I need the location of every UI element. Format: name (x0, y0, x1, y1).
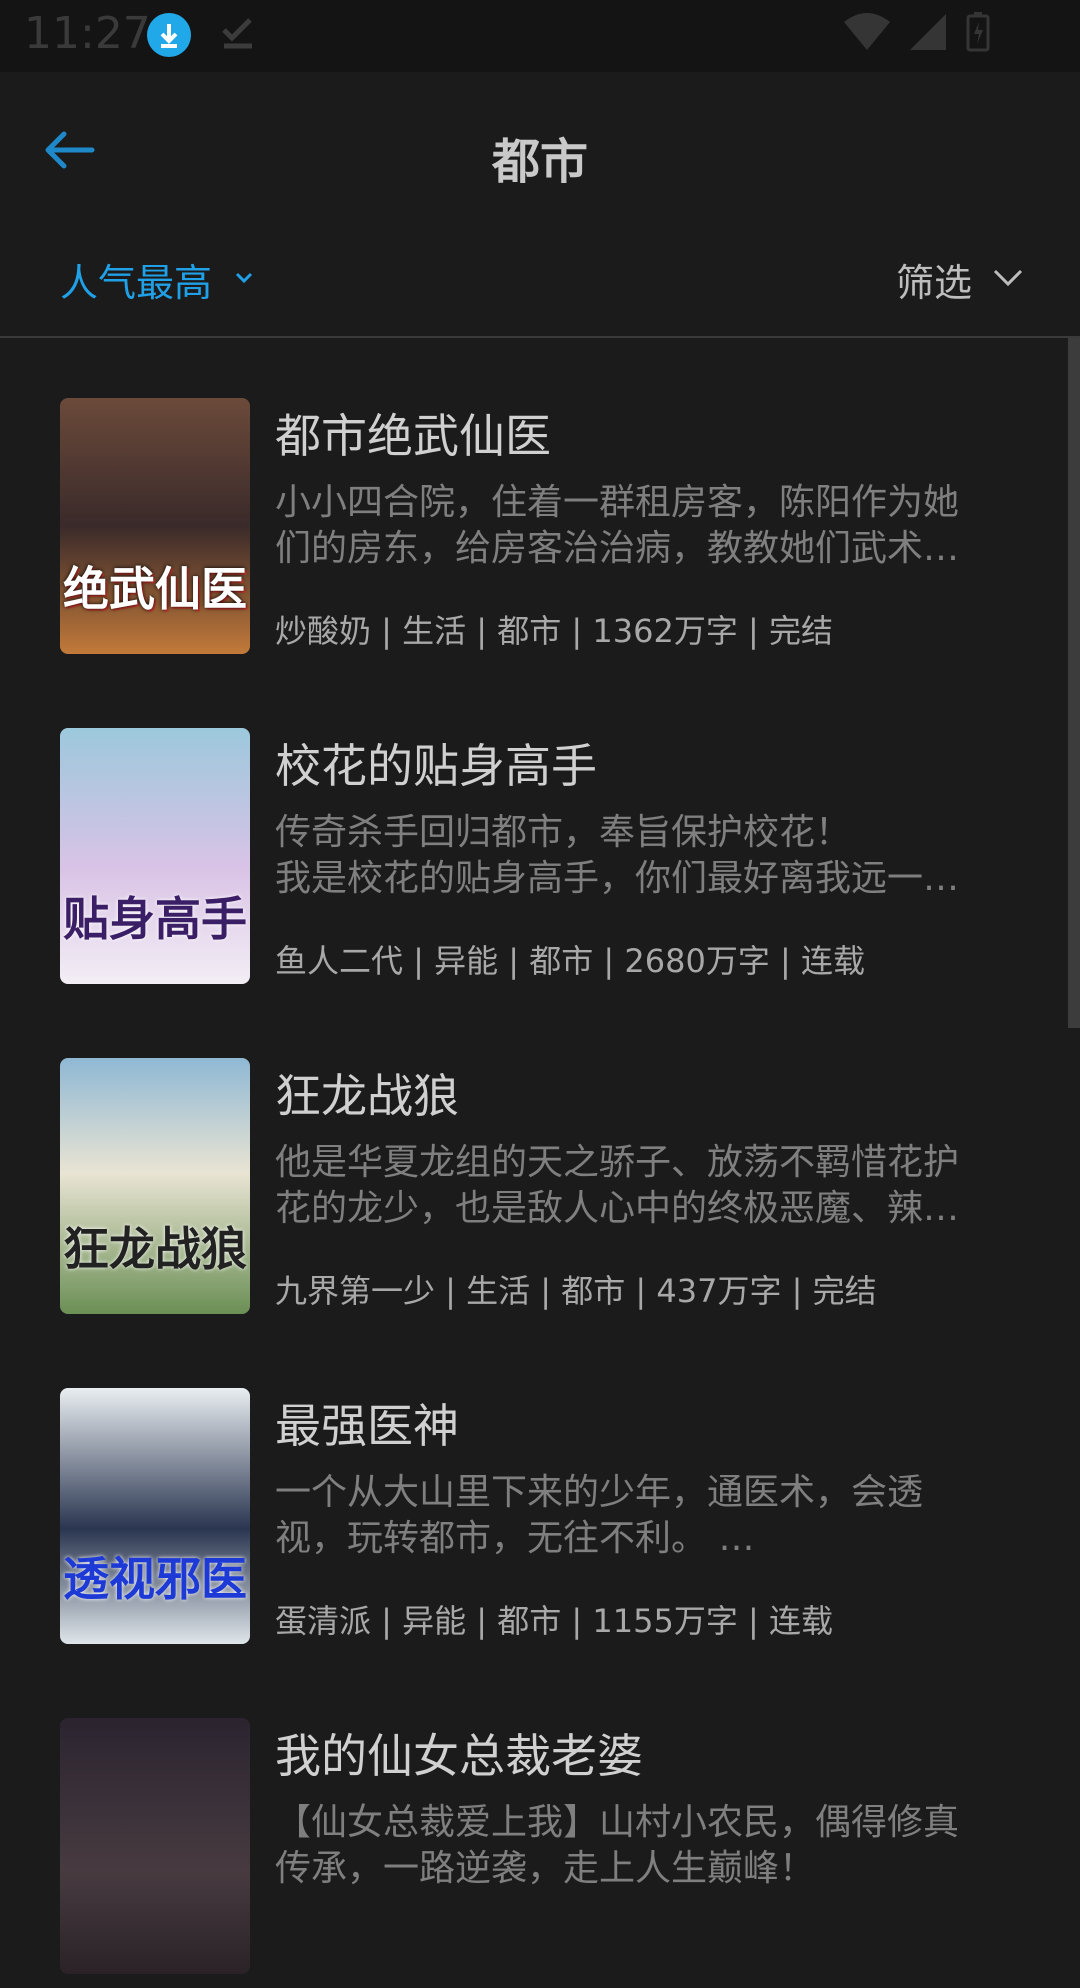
book-description: 一个从大山里下来的少年，通医术，会透 视，玩转都市，无往不利。 … (275, 1472, 924, 1559)
book-title: 我的仙女总裁老婆 (275, 1729, 643, 1783)
book-title: 狂龙战狼 (275, 1069, 459, 1123)
book-meta: 蛋清派 | 异能 | 都市 | 1155万字 | 连载 (275, 1602, 833, 1640)
wifi-icon (844, 12, 890, 56)
sort-label: 人气最高 (60, 261, 213, 305)
book-item[interactable]: 狂龙战狼 狂龙战狼 他是华夏龙组的天之骄子、放荡不羁惜花护 花的龙少，也是敌人心… (0, 998, 1068, 1328)
book-item[interactable]: 贴身高手 校花的贴身高手 传奇杀手回归都市，奉旨保护校花！ 我是校花的贴身高手，… (0, 668, 1068, 998)
book-cover: 贴身高手 (60, 728, 250, 984)
app-bar: 都市 (0, 72, 1080, 232)
book-item[interactable]: 透视邪医 最强医神 一个从大山里下来的少年，通医术，会透 视，玩转都市，无往不利… (0, 1328, 1068, 1658)
filter-label: 筛选 (895, 261, 972, 305)
chevron-down-icon (992, 268, 1024, 292)
book-title: 最强医神 (275, 1399, 459, 1453)
signal-icon (908, 12, 948, 56)
book-description: 小小四合院，住着一群租房客，陈阳作为她 们的房东，给房客治治病，教教她们武术… (275, 482, 960, 569)
book-meta: 九界第一少 | 生活 | 都市 | 437万字 | 完结 (275, 1272, 877, 1310)
book-description: 传奇杀手回归都市，奉旨保护校花！ 我是校花的贴身高手，你们最好离我远一… (275, 812, 960, 899)
status-time: 11:27 (24, 8, 151, 59)
book-meta: 炒酸奶 | 生活 | 都市 | 1362万字 | 完结 (275, 612, 833, 650)
scrollbar[interactable] (1068, 338, 1080, 1028)
book-meta: 鱼人二代 | 异能 | 都市 | 2680万字 | 连载 (275, 942, 865, 980)
book-cover: 狂龙战狼 (60, 1058, 250, 1314)
book-description: 【仙女总裁爱上我】山村小农民，偶得修真 传承，一路逆袭，走上人生巅峰！ (275, 1802, 960, 1889)
status-bar: 11:27 (0, 0, 1080, 72)
battery-icon (966, 12, 990, 56)
book-cover: 透视邪医 (60, 1388, 250, 1644)
book-description: 他是华夏龙组的天之骄子、放荡不羁惜花护 花的龙少，也是敌人心中的终极恶魔、辣… (275, 1142, 960, 1229)
book-item[interactable]: 绝武仙医 都市绝武仙医 小小四合院，住着一群租房客，陈阳作为她 们的房东，给房客… (0, 338, 1068, 668)
book-cover (60, 1718, 250, 1974)
sort-dropdown[interactable]: 人气最高 (60, 252, 254, 307)
filter-bar: 人气最高 筛选 (0, 232, 1080, 338)
book-title: 都市绝武仙医 (275, 409, 551, 463)
download-icon (147, 13, 191, 57)
chevron-down-icon (234, 270, 254, 289)
book-cover: 绝武仙医 (60, 398, 250, 654)
check-icon (218, 12, 258, 56)
book-item[interactable]: 我的仙女总裁老婆 【仙女总裁爱上我】山村小农民，偶得修真 传承，一路逆袭，走上人… (0, 1658, 1068, 1988)
book-title: 校花的贴身高手 (275, 739, 597, 793)
page-title: 都市 (491, 134, 588, 190)
filter-dropdown[interactable]: 筛选 (896, 252, 1024, 307)
